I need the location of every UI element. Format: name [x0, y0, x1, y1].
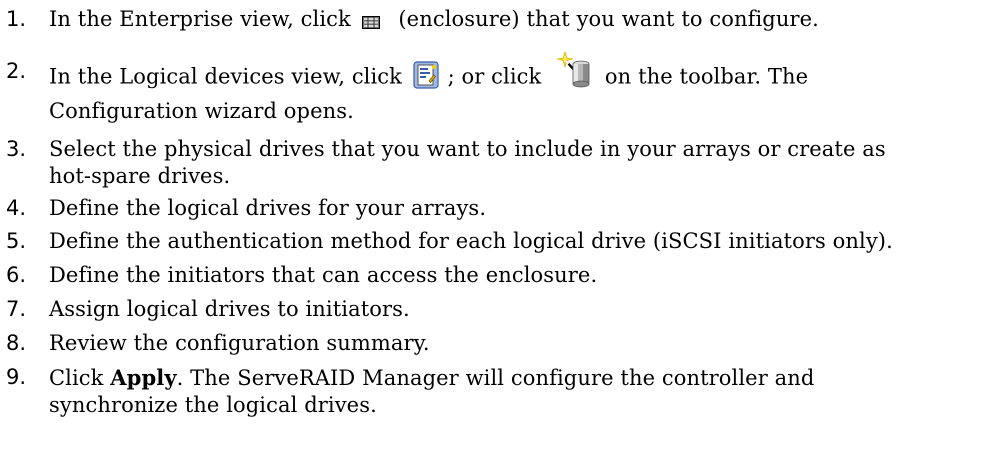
- step-text-part: on the toolbar. The: [604, 64, 809, 89]
- step-number: 7.: [6, 297, 27, 321]
- step-text: In the Logical devices view, click ; or …: [49, 51, 999, 125]
- step-number: 8.: [6, 331, 27, 355]
- step-number: 1.: [6, 7, 27, 31]
- step-text-part: In the Enterprise view, click: [49, 7, 351, 31]
- step-text-line: Configuration wizard opens.: [49, 99, 354, 123]
- step-text: Define the authentication method for eac…: [49, 229, 893, 253]
- step-text-part: (enclosure) that you want to configure.: [398, 7, 819, 31]
- enclosure-icon: [361, 10, 380, 29]
- wizard-icon: [552, 50, 592, 90]
- step-text-part: In the Logical devices view, click: [49, 64, 402, 89]
- step-text-part: Click: [49, 366, 104, 390]
- step-number: 2.: [6, 59, 27, 83]
- apply-keyword: Apply: [110, 365, 177, 390]
- step-text: Review the configuration summary.: [49, 331, 430, 355]
- step-text-line: Select the physical drives that you want…: [49, 137, 886, 161]
- configure-icon: [413, 61, 439, 89]
- step-text-line: synchronize the logical drives.: [49, 393, 377, 417]
- step-number: 9.: [6, 365, 27, 389]
- step-text-line: In the Logical devices view, click ; or …: [49, 51, 999, 98]
- step-text-part: ; or click: [447, 64, 542, 89]
- step-text: Click Apply. The ServeRAID Manager will …: [49, 364, 999, 419]
- step-text-part: . The ServeRAID Manager will configure t…: [176, 366, 815, 390]
- step-number: 5.: [6, 229, 27, 253]
- step-text: Define the logical drives for your array…: [49, 196, 487, 220]
- step-text: Assign logical drives to initiators.: [49, 297, 410, 321]
- step-text: In the Enterprise view, click (enclosure…: [49, 6, 999, 33]
- step-number: 3.: [6, 137, 27, 161]
- step-text: Define the initiators that can access th…: [49, 263, 598, 287]
- step-number: 4.: [6, 196, 27, 220]
- step-text-line: Click Apply. The ServeRAID Manager will …: [49, 364, 999, 392]
- step-text-line: hot-spare drives.: [49, 164, 231, 188]
- step-number: 6.: [6, 263, 27, 287]
- step-text: Select the physical drives that you want…: [49, 136, 999, 190]
